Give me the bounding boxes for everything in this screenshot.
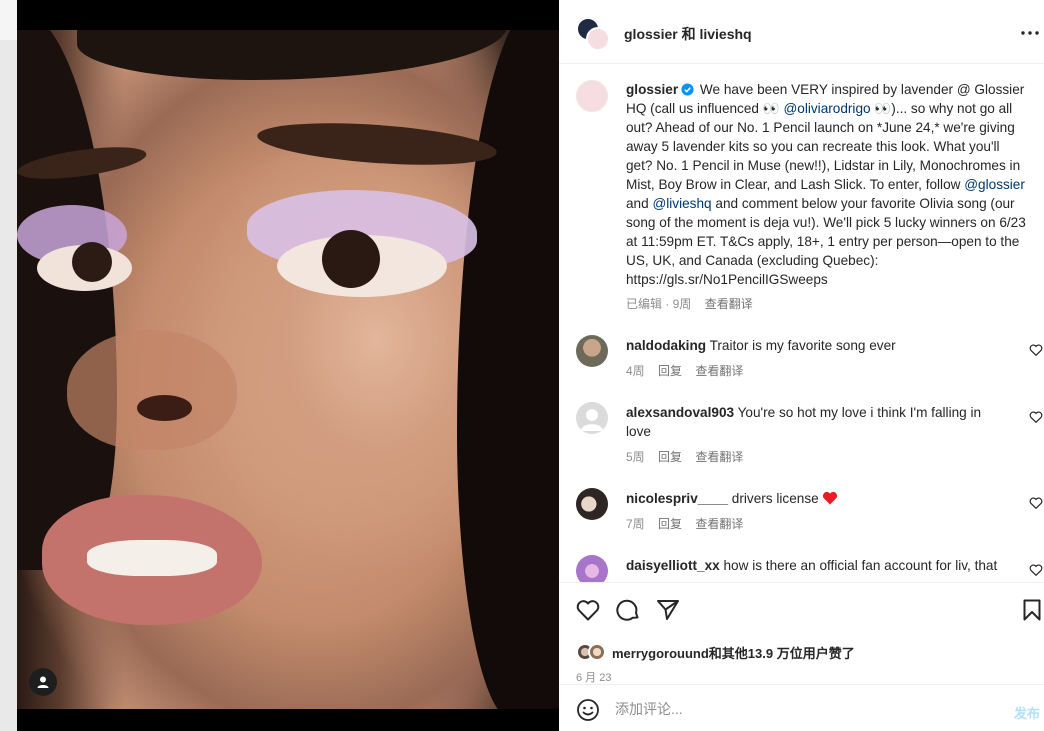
emoji-icon[interactable]: [576, 698, 600, 722]
comment-body: daisyelliott_xx how is there an official…: [626, 556, 1006, 575]
comment-composer: 发布: [559, 684, 1044, 731]
page-background-left: [0, 40, 17, 731]
default-avatar-icon: [581, 409, 603, 431]
comment-body: alexsandoval903 You're so hot my love i …: [626, 403, 1006, 441]
eyes-emoji: 👀: [762, 101, 780, 116]
comment-body: naldodaking Traitor is my favorite song …: [626, 336, 1006, 355]
verified-badge-icon: [681, 83, 694, 96]
send-icon[interactable]: [655, 597, 681, 623]
comment-icon[interactable]: [615, 597, 641, 623]
translate-link[interactable]: 查看翻译: [695, 517, 743, 531]
comment-meta: 4周 回复 查看翻译: [626, 362, 753, 379]
avatar-glossier[interactable]: [586, 27, 610, 51]
caption-translate-link[interactable]: 查看翻译: [705, 297, 753, 311]
caption-meta: 已编辑 · 9周 查看翻译: [626, 295, 763, 312]
reply-button[interactable]: 回复: [658, 450, 682, 464]
author-avatars[interactable]: [576, 17, 610, 51]
comment-avatar[interactable]: [576, 335, 608, 367]
more-horizontal-icon[interactable]: [1019, 22, 1041, 44]
eyes-emoji-2: 👀: [874, 101, 892, 116]
comment-meta: 5周 回复 查看翻译: [626, 448, 753, 465]
comment-time: 4周: [626, 364, 645, 378]
comment-input[interactable]: [615, 697, 995, 721]
post-media[interactable]: [17, 0, 559, 731]
comment-username[interactable]: nicolespriv____: [626, 491, 728, 506]
comment-username[interactable]: daisyelliott_xx: [626, 558, 720, 573]
post-header: glossier 和 livieshq: [559, 0, 1044, 64]
caption-username[interactable]: glossier: [626, 82, 678, 97]
comment-heart-icon[interactable]: [1029, 410, 1043, 424]
liker-avatar: [588, 643, 606, 661]
post-authors[interactable]: glossier 和 livieshq: [624, 24, 752, 44]
red-heart-icon: [823, 491, 838, 505]
comment-text: drivers license: [731, 491, 823, 506]
comment-avatar[interactable]: [576, 555, 608, 582]
post-caption: glossier We have been VERY inspired by l…: [626, 80, 1028, 289]
caption-edited-time: 已编辑 · 9周: [626, 297, 692, 311]
comment-avatar[interactable]: [576, 402, 608, 434]
comment-heart-icon[interactable]: [1029, 563, 1043, 577]
post-side-panel: glossier 和 livieshq glossier We have bee…: [559, 0, 1044, 731]
comment-meta: 7周 回复 查看翻译: [626, 515, 753, 532]
reply-button[interactable]: 回复: [658, 364, 682, 378]
comment-body: nicolespriv____ drivers license: [626, 489, 1006, 508]
translate-link[interactable]: 查看翻译: [695, 450, 743, 464]
mention-livieshq[interactable]: @livieshq: [652, 196, 711, 211]
mention-oliviarodrigo[interactable]: @oliviarodrigo: [783, 101, 870, 116]
post-date[interactable]: 6 月 23: [576, 669, 611, 685]
reply-button[interactable]: 回复: [658, 517, 682, 531]
caption-text-3: and: [626, 196, 653, 211]
comment-username[interactable]: naldodaking: [626, 338, 706, 353]
heart-icon[interactable]: [575, 597, 601, 623]
post-comment-button[interactable]: 发布: [1014, 703, 1040, 722]
comments-list[interactable]: glossier We have been VERY inspired by l…: [559, 64, 1044, 582]
comment-text: Traitor is my favorite song ever: [709, 338, 896, 353]
tagged-users-button[interactable]: [29, 668, 57, 696]
caption-avatar[interactable]: [576, 80, 608, 112]
comment-heart-icon[interactable]: [1029, 496, 1043, 510]
comment-avatar[interactable]: [576, 488, 608, 520]
translate-link[interactable]: 查看翻译: [695, 364, 743, 378]
comment-time: 7周: [626, 517, 645, 531]
post-photo: [17, 30, 559, 709]
mention-glossier[interactable]: @glossier: [964, 177, 1025, 192]
comment-username[interactable]: alexsandoval903: [626, 405, 734, 420]
comment-time: 5周: [626, 450, 645, 464]
comment-heart-icon[interactable]: [1029, 343, 1043, 357]
likes-count[interactable]: merrygorouund和其他13.9 万位用户赞了: [612, 643, 855, 662]
comment-text: how is there an official fan account for…: [723, 558, 998, 573]
post-actions: merrygorouund和其他13.9 万位用户赞了 6 月 23: [559, 582, 1044, 684]
user-icon: [37, 676, 49, 688]
likes-summary[interactable]: merrygorouund和其他13.9 万位用户赞了: [576, 641, 855, 663]
bookmark-icon[interactable]: [1019, 597, 1044, 623]
